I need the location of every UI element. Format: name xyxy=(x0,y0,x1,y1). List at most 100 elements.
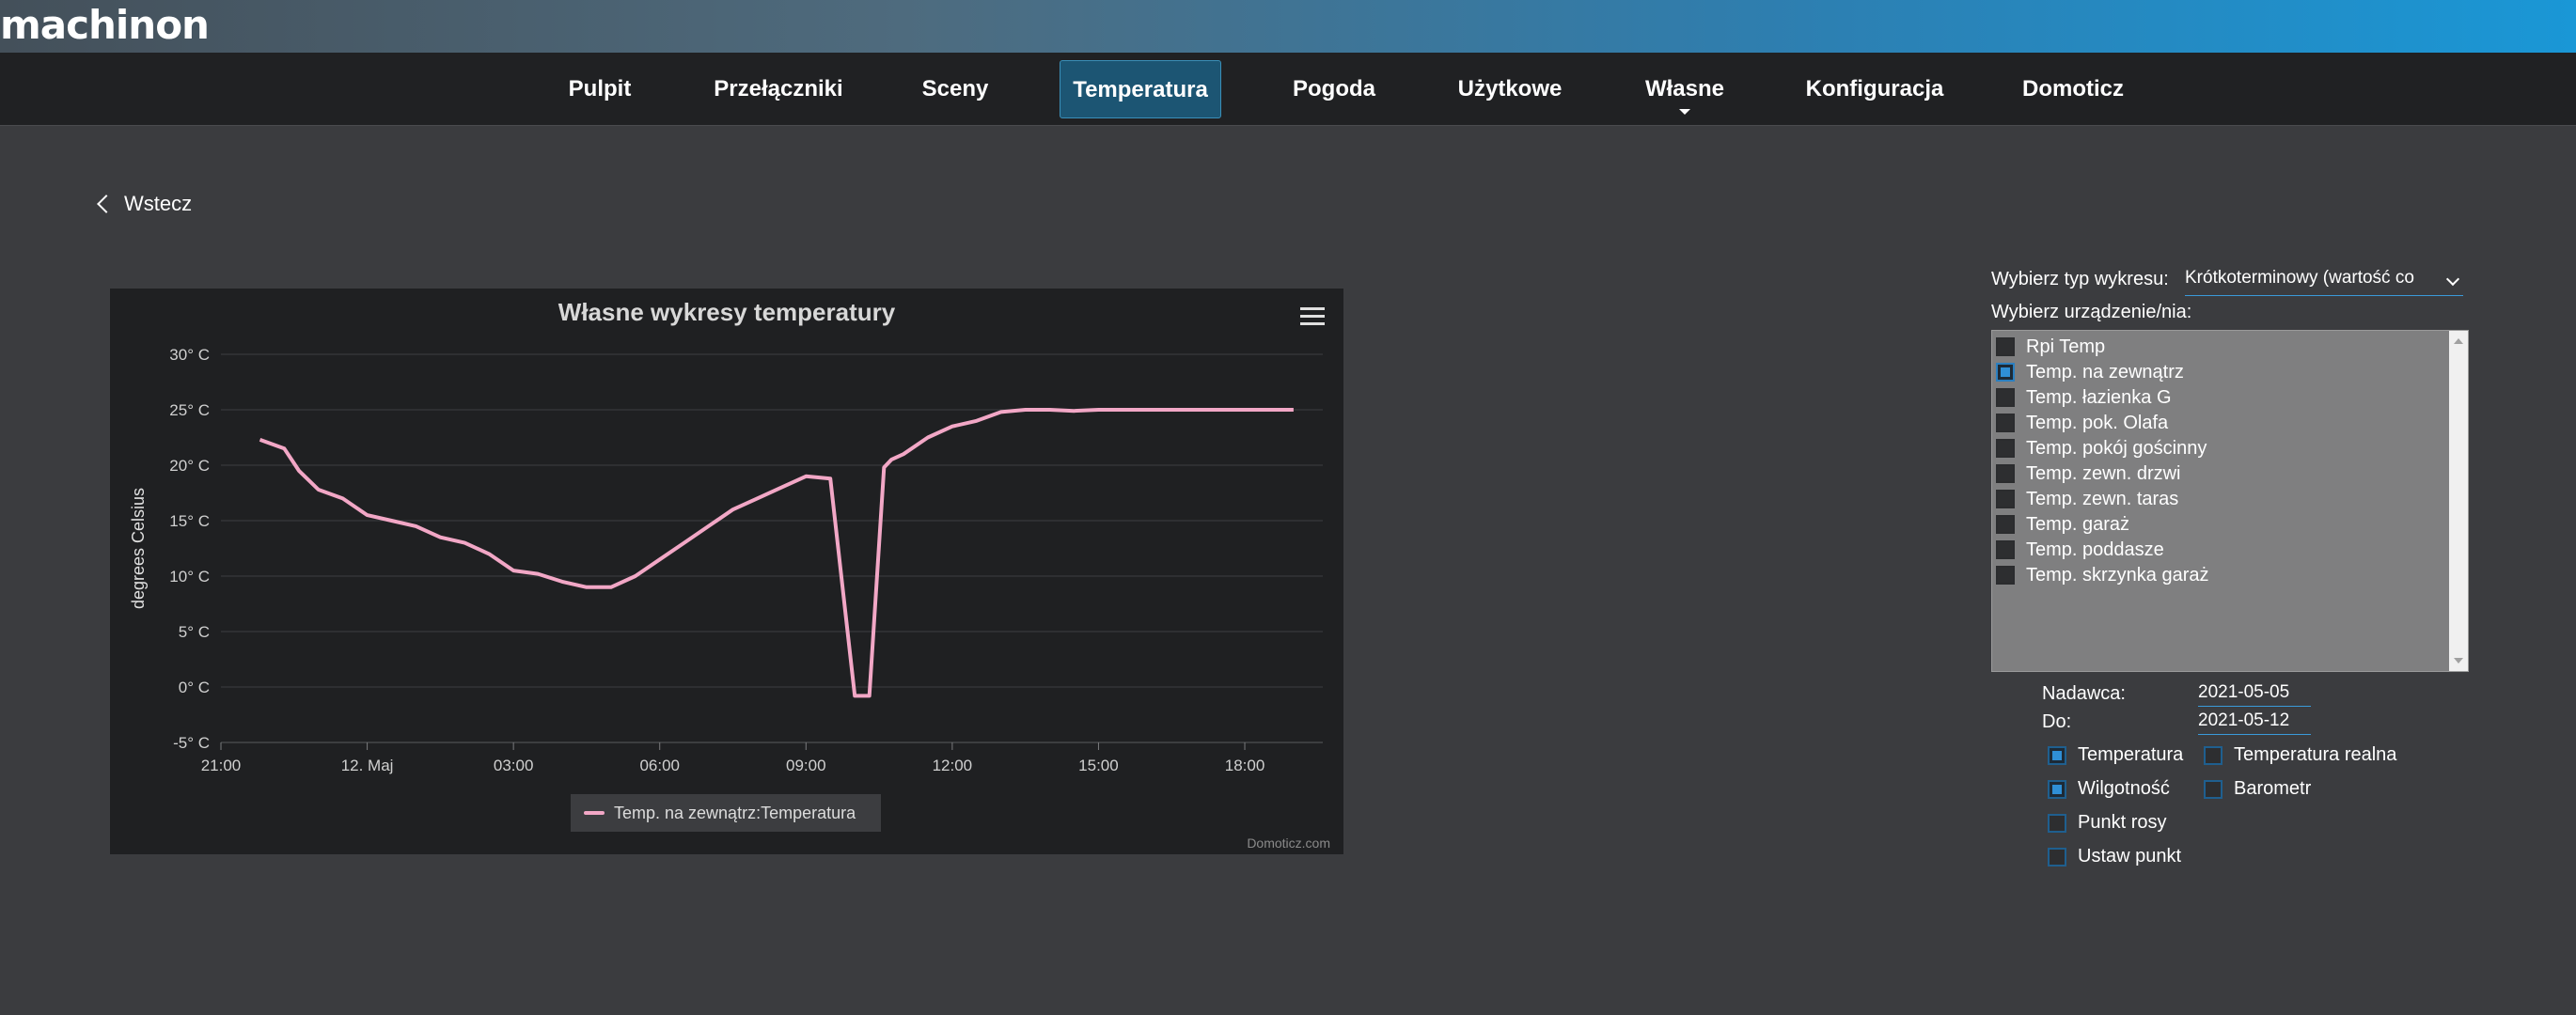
nav-wlasne-label: Własne xyxy=(1644,76,1725,102)
legend-label: Temp. na zewnątrz:Temperatura xyxy=(614,803,856,822)
option-ustaw-punkt[interactable]: Ustaw punkt xyxy=(2048,846,2181,867)
device-label: Rpi Temp xyxy=(2026,336,2106,357)
nav-uzytkowe[interactable]: Użytkowe xyxy=(1446,60,1574,118)
option-temperatura-realna[interactable]: Temperatura realna xyxy=(2204,744,2396,766)
nav-sceny[interactable]: Sceny xyxy=(903,60,1008,118)
nav-pogoda[interactable]: Pogoda xyxy=(1276,60,1392,118)
x-tick-label: 21:00 xyxy=(201,757,242,774)
chevron-down-icon xyxy=(2445,272,2460,287)
chart-credits[interactable]: Domoticz.com xyxy=(1247,835,1330,851)
caret-down-icon xyxy=(1679,109,1690,115)
device-multiselect[interactable]: Rpi Temp Temp. na zewnątrz Temp. łazienka … xyxy=(1991,330,2469,672)
machinon-logo[interactable]: machinon xyxy=(0,2,210,49)
x-tick-label: 15:00 xyxy=(1078,757,1119,774)
option-punkt-rosy-checkbox[interactable] xyxy=(2048,813,2066,833)
to-date-input[interactable]: 2021-05-12 xyxy=(2198,710,2311,735)
chart-type-label: Wybierz typ wykresu: xyxy=(1991,269,2169,289)
nav-domoticz[interactable]: Domoticz xyxy=(2012,60,2134,118)
option-wilgotnosc[interactable]: Wilgotność xyxy=(2048,778,2170,800)
series-line xyxy=(259,408,1294,698)
from-label: Nadawca: xyxy=(2042,683,2126,704)
device-checkbox[interactable] xyxy=(1996,515,2015,534)
option-temperatura[interactable]: Temperatura xyxy=(2048,744,2183,766)
device-checkbox[interactable] xyxy=(1996,566,2015,585)
device-label: Temp. poddasze xyxy=(2026,539,2164,560)
option-temperatura-realna-checkbox[interactable] xyxy=(2204,745,2223,765)
scroll-up-icon[interactable] xyxy=(2454,338,2463,344)
main-nav: Pulpit Przełączniki Sceny Temperatura Po… xyxy=(0,53,2576,126)
y-tick-label: 25° C xyxy=(169,401,210,419)
option-temperatura-label: Temperatura xyxy=(2078,744,2184,765)
y-axis-label: degrees Celsius xyxy=(129,488,148,609)
device-item[interactable]: Temp. skrzynka garaż xyxy=(1996,563,2209,587)
from-date-input[interactable]: 2021-05-05 xyxy=(2198,682,2311,707)
chevron-left-icon xyxy=(97,195,116,213)
device-label: Wybierz urządzenie/nia: xyxy=(1991,302,2192,322)
x-tick-label: 18:00 xyxy=(1225,757,1265,774)
chart-title: Własne wykresy temperatury xyxy=(558,298,896,326)
back-link[interactable]: Wstecz xyxy=(97,192,193,216)
device-label: Temp. pok. Olafa xyxy=(2026,412,2169,433)
device-label: Temp. pokój gościnny xyxy=(2026,437,2207,459)
device-item[interactable]: Temp. łazienka G xyxy=(1996,385,2172,410)
device-item[interactable]: Temp. pokój gościnny xyxy=(1996,436,2207,461)
device-item[interactable]: Rpi Temp xyxy=(1996,335,2105,359)
device-label: Temp. garaż xyxy=(2026,513,2130,535)
option-barometr-checkbox[interactable] xyxy=(2204,779,2223,799)
device-checkbox[interactable] xyxy=(1996,464,2015,483)
y-tick-label: 30° C xyxy=(169,346,210,364)
chart-legend-item[interactable]: Temp. na zewnątrz:Temperatura xyxy=(571,794,881,832)
device-label: Temp. łazienka G xyxy=(2026,386,2172,408)
device-item[interactable]: Temp. poddasze xyxy=(1996,538,2164,562)
device-label: Temp. zewn. taras xyxy=(2026,488,2179,509)
to-label: Do: xyxy=(2042,711,2072,732)
device-label: Temp. na zewnątrz xyxy=(2026,361,2184,383)
scroll-down-icon[interactable] xyxy=(2454,658,2463,664)
back-label: Wstecz xyxy=(124,192,193,215)
device-checkbox[interactable] xyxy=(1996,439,2015,458)
device-list-scrollbar[interactable] xyxy=(2449,331,2468,671)
device-item[interactable]: Temp. na zewnątrz xyxy=(1996,360,2184,384)
x-tick-label: 12. Maj xyxy=(341,757,394,774)
device-item[interactable]: Temp. zewn. taras xyxy=(1996,487,2178,511)
chart-menu-icon[interactable] xyxy=(1300,307,1325,328)
device-checkbox[interactable] xyxy=(1996,490,2015,508)
device-item[interactable]: Temp. zewn. drzwi xyxy=(1996,461,2181,486)
brand-bar: machinon xyxy=(0,0,2576,53)
chart-type-value: Krótkoterminowy (wartość co xyxy=(2185,268,2414,288)
option-ustaw-punkt-label: Ustaw punkt xyxy=(2078,846,2182,867)
option-wilgotnosc-label: Wilgotność xyxy=(2078,778,2170,799)
legend-swatch xyxy=(584,811,605,815)
device-checkbox[interactable] xyxy=(1996,388,2015,407)
option-wilgotnosc-checkbox[interactable] xyxy=(2048,779,2066,799)
device-checkbox[interactable] xyxy=(1996,540,2015,559)
device-checkbox[interactable] xyxy=(1996,363,2015,382)
option-temperatura-checkbox[interactable] xyxy=(2048,745,2066,765)
y-tick-label: 10° C xyxy=(169,568,210,586)
y-tick-label: 15° C xyxy=(169,512,210,530)
chart-type-select[interactable]: Krótkoterminowy (wartość co xyxy=(2185,268,2463,296)
option-barometr-label: Barometr xyxy=(2234,778,2312,799)
option-barometr[interactable]: Barometr xyxy=(2204,778,2311,800)
y-tick-label: 5° C xyxy=(179,623,210,641)
nav-wlasne[interactable]: Własne xyxy=(1630,60,1739,118)
x-tick-label: 06:00 xyxy=(639,757,680,774)
option-punkt-rosy[interactable]: Punkt rosy xyxy=(2048,812,2166,834)
device-checkbox[interactable] xyxy=(1996,414,2015,432)
chart-canvas: 30° C 25° C 20° C 15° C 10° C 5° C 0° C -5° C 21… xyxy=(129,346,1323,774)
device-label: Temp. zewn. drzwi xyxy=(2026,462,2181,484)
device-label: Temp. skrzynka garaż xyxy=(2026,564,2209,586)
nav-temperatura[interactable]: Temperatura xyxy=(1060,60,1221,118)
y-tick-label: -5° C xyxy=(173,734,210,752)
nav-pulpit[interactable]: Pulpit xyxy=(543,60,656,118)
nav-konfiguracja[interactable]: Konfiguracja xyxy=(1796,60,1954,118)
option-ustaw-punkt-checkbox[interactable] xyxy=(2048,847,2066,867)
device-item[interactable]: Temp. garaż xyxy=(1996,512,2129,537)
device-item[interactable]: Temp. pok. Olafa xyxy=(1996,411,2168,435)
y-tick-label: 20° C xyxy=(169,457,210,475)
y-tick-label: 0° C xyxy=(179,679,210,696)
x-tick-label: 12:00 xyxy=(933,757,973,774)
device-checkbox[interactable] xyxy=(1996,337,2015,356)
x-tick-label: 03:00 xyxy=(494,757,534,774)
nav-przelaczniki[interactable]: Przełączniki xyxy=(703,60,854,118)
